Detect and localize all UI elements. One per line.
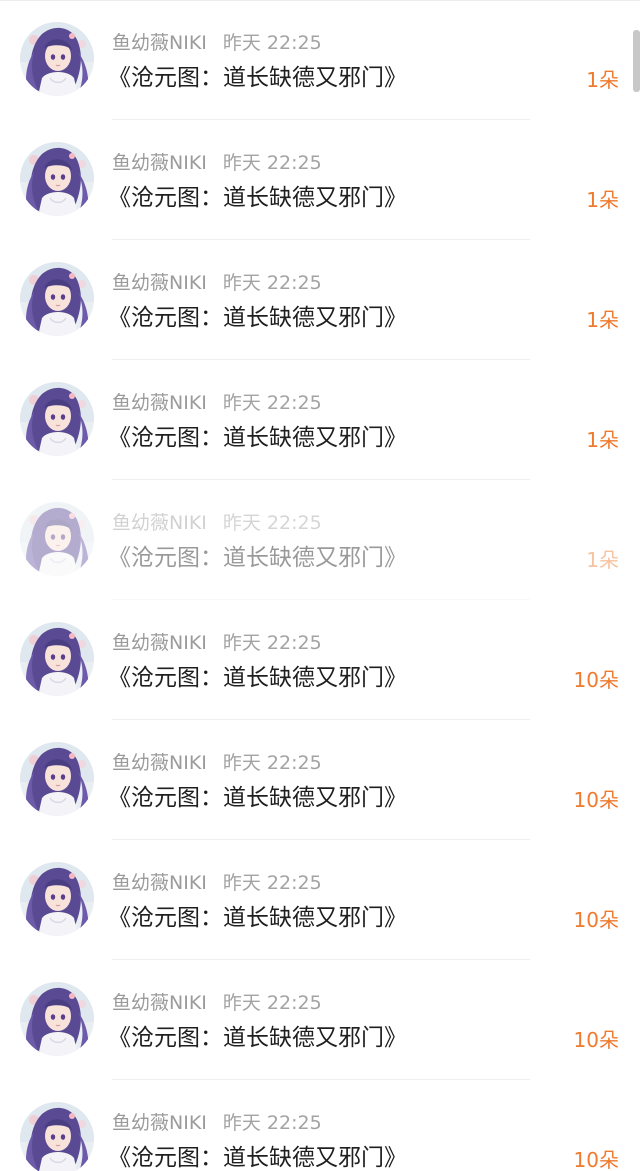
anime-girl-avatar-icon bbox=[20, 742, 94, 816]
gift-amount: 10朵 bbox=[573, 1148, 619, 1171]
username[interactable]: 鱼幼薇NIKI bbox=[112, 752, 207, 774]
anime-girl-avatar-icon bbox=[20, 382, 94, 456]
gift-amount: 1朵 bbox=[586, 188, 619, 212]
avatar[interactable] bbox=[20, 22, 94, 96]
meta-line: 鱼幼薇NIKI 昨天 22:25 bbox=[112, 1111, 322, 1135]
avatar[interactable] bbox=[20, 742, 94, 816]
scrollbar[interactable] bbox=[633, 30, 640, 92]
book-title[interactable]: 《沧元图：道长缺德又邪门》 bbox=[108, 902, 407, 934]
username[interactable]: 鱼幼薇NIKI bbox=[112, 272, 207, 294]
username[interactable]: 鱼幼薇NIKI bbox=[112, 392, 207, 414]
list-item[interactable]: 鱼幼薇NIKI 昨天 22:25 《沧元图：道长缺德又邪门》 10朵 bbox=[0, 840, 640, 960]
username[interactable]: 鱼幼薇NIKI bbox=[112, 1112, 207, 1134]
gift-amount: 1朵 bbox=[586, 308, 619, 332]
anime-girl-avatar-icon bbox=[20, 622, 94, 696]
timestamp: 昨天 22:25 bbox=[222, 392, 322, 414]
meta-line: 鱼幼薇NIKI 昨天 22:25 bbox=[112, 511, 322, 535]
gift-record-list: 鱼幼薇NIKI 昨天 22:25 《沧元图：道长缺德又邪门》 1朵 鱼幼薇NIK… bbox=[0, 0, 640, 1171]
list-item[interactable]: 鱼幼薇NIKI 昨天 22:25 《沧元图：道长缺德又邪门》 10朵 bbox=[0, 960, 640, 1080]
username[interactable]: 鱼幼薇NIKI bbox=[112, 152, 207, 174]
gift-amount: 1朵 bbox=[586, 68, 619, 92]
list-item[interactable]: 鱼幼薇NIKI 昨天 22:25 《沧元图：道长缺德又邪门》 1朵 bbox=[0, 480, 640, 600]
book-title[interactable]: 《沧元图：道长缺德又邪门》 bbox=[108, 1022, 407, 1054]
timestamp: 昨天 22:25 bbox=[222, 152, 322, 174]
book-title[interactable]: 《沧元图：道长缺德又邪门》 bbox=[108, 302, 407, 334]
anime-girl-avatar-icon bbox=[20, 862, 94, 936]
meta-line: 鱼幼薇NIKI 昨天 22:25 bbox=[112, 751, 322, 775]
book-title[interactable]: 《沧元图：道长缺德又邪门》 bbox=[108, 782, 407, 814]
avatar[interactable] bbox=[20, 1102, 94, 1171]
timestamp: 昨天 22:25 bbox=[222, 512, 322, 534]
username[interactable]: 鱼幼薇NIKI bbox=[112, 32, 207, 54]
avatar[interactable] bbox=[20, 262, 94, 336]
avatar[interactable] bbox=[20, 142, 94, 216]
book-title[interactable]: 《沧元图：道长缺德又邪门》 bbox=[108, 62, 407, 94]
gift-amount: 1朵 bbox=[586, 548, 619, 572]
list-item[interactable]: 鱼幼薇NIKI 昨天 22:25 《沧元图：道长缺德又邪门》 10朵 bbox=[0, 1080, 640, 1171]
meta-line: 鱼幼薇NIKI 昨天 22:25 bbox=[112, 991, 322, 1015]
book-title[interactable]: 《沧元图：道长缺德又邪门》 bbox=[108, 542, 407, 574]
book-title[interactable]: 《沧元图：道长缺德又邪门》 bbox=[108, 422, 407, 454]
list-item[interactable]: 鱼幼薇NIKI 昨天 22:25 《沧元图：道长缺德又邪门》 1朵 bbox=[0, 0, 640, 120]
list-item[interactable]: 鱼幼薇NIKI 昨天 22:25 《沧元图：道长缺德又邪门》 1朵 bbox=[0, 240, 640, 360]
meta-line: 鱼幼薇NIKI 昨天 22:25 bbox=[112, 871, 322, 895]
list-item[interactable]: 鱼幼薇NIKI 昨天 22:25 《沧元图：道长缺德又邪门》 10朵 bbox=[0, 600, 640, 720]
timestamp: 昨天 22:25 bbox=[222, 1112, 322, 1134]
meta-line: 鱼幼薇NIKI 昨天 22:25 bbox=[112, 631, 322, 655]
username[interactable]: 鱼幼薇NIKI bbox=[112, 992, 207, 1014]
list-item[interactable]: 鱼幼薇NIKI 昨天 22:25 《沧元图：道长缺德又邪门》 10朵 bbox=[0, 720, 640, 840]
anime-girl-avatar-icon bbox=[20, 1102, 94, 1171]
anime-girl-avatar-icon bbox=[20, 142, 94, 216]
username[interactable]: 鱼幼薇NIKI bbox=[112, 872, 207, 894]
timestamp: 昨天 22:25 bbox=[222, 992, 322, 1014]
avatar[interactable] bbox=[20, 382, 94, 456]
anime-girl-avatar-icon bbox=[20, 22, 94, 96]
book-title[interactable]: 《沧元图：道长缺德又邪门》 bbox=[108, 1142, 407, 1171]
meta-line: 鱼幼薇NIKI 昨天 22:25 bbox=[112, 151, 322, 175]
timestamp: 昨天 22:25 bbox=[222, 632, 322, 654]
list-item[interactable]: 鱼幼薇NIKI 昨天 22:25 《沧元图：道长缺德又邪门》 1朵 bbox=[0, 120, 640, 240]
avatar[interactable] bbox=[20, 502, 94, 576]
list-item[interactable]: 鱼幼薇NIKI 昨天 22:25 《沧元图：道长缺德又邪门》 1朵 bbox=[0, 360, 640, 480]
anime-girl-avatar-icon bbox=[20, 502, 94, 576]
gift-amount: 10朵 bbox=[573, 1028, 619, 1052]
timestamp: 昨天 22:25 bbox=[222, 32, 322, 54]
meta-line: 鱼幼薇NIKI 昨天 22:25 bbox=[112, 391, 322, 415]
timestamp: 昨天 22:25 bbox=[222, 872, 322, 894]
avatar[interactable] bbox=[20, 982, 94, 1056]
gift-amount: 1朵 bbox=[586, 428, 619, 452]
meta-line: 鱼幼薇NIKI 昨天 22:25 bbox=[112, 31, 322, 55]
avatar[interactable] bbox=[20, 622, 94, 696]
anime-girl-avatar-icon bbox=[20, 982, 94, 1056]
gift-amount: 10朵 bbox=[573, 788, 619, 812]
username[interactable]: 鱼幼薇NIKI bbox=[112, 632, 207, 654]
timestamp: 昨天 22:25 bbox=[222, 272, 322, 294]
gift-amount: 10朵 bbox=[573, 908, 619, 932]
timestamp: 昨天 22:25 bbox=[222, 752, 322, 774]
anime-girl-avatar-icon bbox=[20, 262, 94, 336]
book-title[interactable]: 《沧元图：道长缺德又邪门》 bbox=[108, 182, 407, 214]
meta-line: 鱼幼薇NIKI 昨天 22:25 bbox=[112, 271, 322, 295]
gift-amount: 10朵 bbox=[573, 668, 619, 692]
book-title[interactable]: 《沧元图：道长缺德又邪门》 bbox=[108, 662, 407, 694]
avatar[interactable] bbox=[20, 862, 94, 936]
username[interactable]: 鱼幼薇NIKI bbox=[112, 512, 207, 534]
